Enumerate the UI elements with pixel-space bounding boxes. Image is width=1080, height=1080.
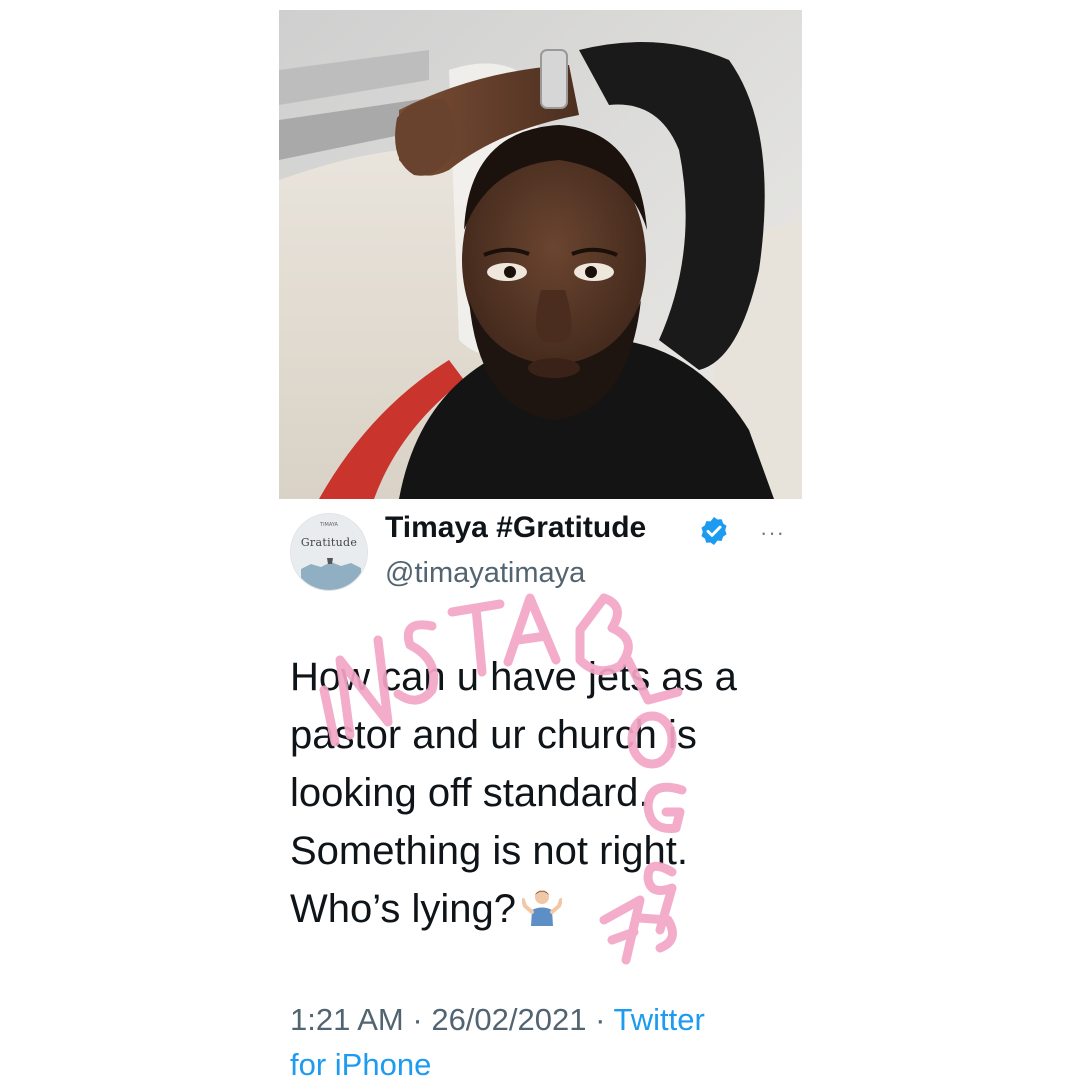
meta-separator: · xyxy=(412,1002,423,1037)
tweet-source-link-cont[interactable]: for iPhone xyxy=(290,1042,810,1080)
tweet-line-text: Who’s lying? xyxy=(290,887,517,931)
more-options-icon[interactable]: ··· xyxy=(760,522,785,544)
tweet-photo[interactable] xyxy=(279,10,802,499)
display-name[interactable]: Timaya #Gratitude xyxy=(385,511,646,545)
meta-separator: · xyxy=(595,1002,606,1037)
tweet-text: How can u have jets as a pastor and ur c… xyxy=(290,648,790,938)
avatar[interactable]: TIMAYA Gratitude xyxy=(290,513,368,591)
tweet-line: pastor and ur church is xyxy=(290,713,697,757)
avatar-art xyxy=(301,558,361,590)
tweet-line: looking off standard. xyxy=(290,771,650,815)
tweet-time[interactable]: 1:21 AM xyxy=(290,1002,404,1037)
tweet-line: How can u have jets as a xyxy=(290,655,737,699)
tweet-line-last: Who’s lying? xyxy=(290,880,790,938)
user-handle[interactable]: @timayatimaya xyxy=(385,557,585,590)
tweet-source-link[interactable]: Twitter xyxy=(614,1002,705,1037)
screenshot-canvas: TIMAYA Gratitude Timaya #Gratitude ··· @… xyxy=(0,0,1080,1080)
tweet-meta-line-1: 1:21 AM · 26/02/2021 · Twitter xyxy=(290,997,810,1042)
person-shrugging-emoji xyxy=(522,890,563,926)
tweet-line: Something is not right. xyxy=(290,829,688,873)
tweet-date[interactable]: 26/02/2021 xyxy=(431,1002,586,1037)
photo-illustration xyxy=(279,10,802,499)
tweet-meta: 1:21 AM · 26/02/2021 · Twitter for iPhon… xyxy=(290,997,810,1080)
verified-badge-icon xyxy=(701,517,727,545)
